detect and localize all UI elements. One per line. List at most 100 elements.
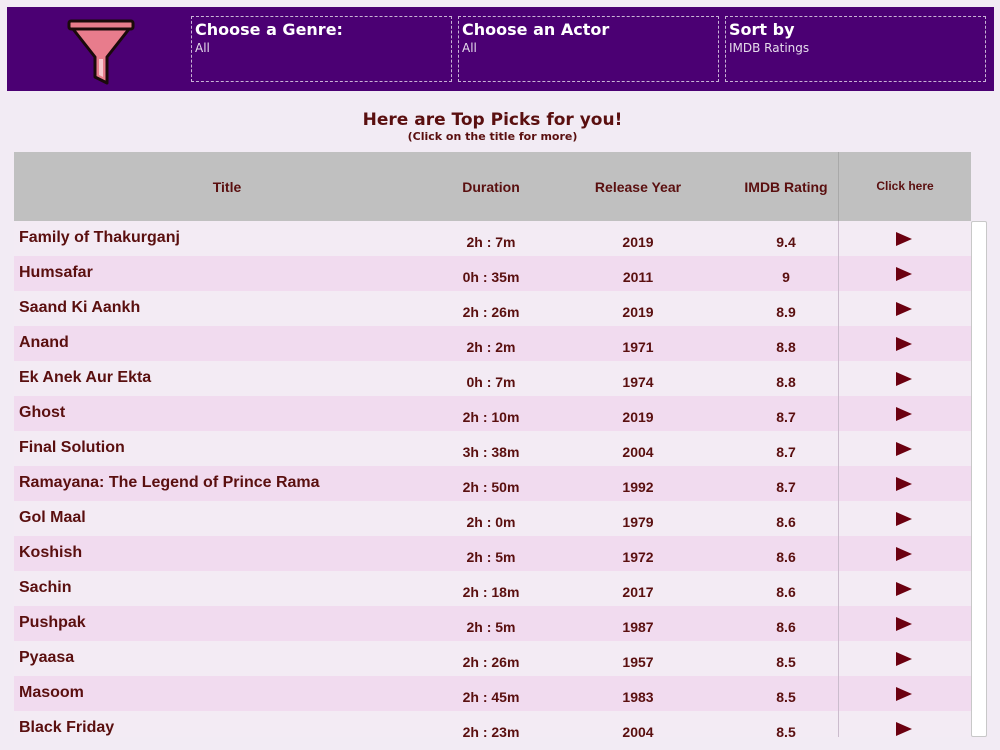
row-action-cell[interactable]: [838, 711, 971, 737]
play-icon[interactable]: [896, 617, 912, 631]
table-row: Ghost 2h : 10m 2019 8.7: [14, 396, 971, 431]
duration-cell: 2h : 18m: [462, 584, 520, 600]
duration-cell: 2h : 45m: [462, 689, 520, 705]
movie-title-link[interactable]: Humsafar: [14, 256, 440, 291]
table-row: Ek Anek Aur Ekta 0h : 7m 1974 8.8: [14, 361, 971, 396]
duration-cell: 0h : 7m: [466, 374, 516, 390]
movie-title-link[interactable]: Ramayana: The Legend of Prince Rama: [14, 466, 440, 501]
actor-filter[interactable]: Choose an Actor All: [458, 16, 719, 82]
play-icon[interactable]: [896, 302, 912, 316]
imdb-rating-cell: 9: [782, 269, 790, 285]
movie-title-link[interactable]: Ghost: [14, 396, 440, 431]
release-year-cell: 1987: [622, 619, 654, 635]
row-action-cell[interactable]: [838, 396, 971, 431]
play-icon[interactable]: [896, 547, 912, 561]
genre-filter-label: Choose a Genre:: [195, 20, 343, 39]
movie-title-link[interactable]: Koshish: [14, 536, 440, 571]
play-icon[interactable]: [896, 267, 912, 281]
movie-title-link[interactable]: Saand Ki Aankh: [14, 291, 440, 326]
genre-filter[interactable]: Choose a Genre: All: [191, 16, 452, 82]
header-duration[interactable]: Duration: [440, 179, 542, 195]
play-icon[interactable]: [896, 722, 912, 736]
table-row: Sachin 2h : 18m 2017 8.6: [14, 571, 971, 606]
movie-title-link[interactable]: Masoom: [14, 676, 440, 711]
row-action-cell[interactable]: [838, 606, 971, 641]
row-action-cell[interactable]: [838, 641, 971, 676]
play-icon[interactable]: [896, 687, 912, 701]
play-icon[interactable]: [896, 477, 912, 491]
movie-title-link[interactable]: Pyaasa: [14, 641, 440, 676]
row-action-cell[interactable]: [838, 291, 971, 326]
release-year-cell: 1971: [622, 339, 654, 355]
movie-title-link[interactable]: Family of Thakurganj: [14, 221, 440, 256]
play-icon[interactable]: [896, 337, 912, 351]
sort-filter-label: Sort by: [729, 20, 795, 39]
genre-filter-value[interactable]: All: [195, 40, 448, 56]
row-action-cell[interactable]: [838, 326, 971, 361]
release-year-cell: 2019: [622, 234, 654, 250]
header-click-here: Click here: [838, 152, 971, 221]
movie-title-link[interactable]: Ek Anek Aur Ekta: [14, 361, 440, 396]
play-icon[interactable]: [896, 512, 912, 526]
row-action-cell[interactable]: [838, 221, 971, 256]
table-row: Family of Thakurganj 2h : 7m 2019 9.4: [14, 221, 971, 256]
row-action-cell[interactable]: [838, 501, 971, 536]
header-release-year[interactable]: Release Year: [542, 179, 734, 195]
movie-title-link[interactable]: Pushpak: [14, 606, 440, 641]
play-icon[interactable]: [896, 372, 912, 386]
table-row: Pyaasa 2h : 26m 1957 8.5: [14, 641, 971, 676]
row-action-cell[interactable]: [838, 256, 971, 291]
play-icon[interactable]: [896, 442, 912, 456]
release-year-cell: 2019: [622, 304, 654, 320]
duration-cell: 2h : 5m: [466, 619, 516, 635]
actor-filter-label: Choose an Actor: [462, 20, 610, 39]
duration-cell: 2h : 5m: [466, 549, 516, 565]
play-icon[interactable]: [896, 582, 912, 596]
movie-title-link[interactable]: Sachin: [14, 571, 440, 606]
picks-heading: Here are Top Picks for you! (Click on th…: [0, 110, 985, 143]
table-header: Title Duration Release Year IMDB Rating …: [14, 152, 971, 221]
imdb-rating-cell: 8.7: [776, 479, 796, 495]
duration-cell: 2h : 26m: [462, 304, 520, 320]
imdb-rating-cell: 8.5: [776, 689, 796, 705]
header-title[interactable]: Title: [14, 179, 440, 195]
play-icon[interactable]: [896, 407, 912, 421]
release-year-cell: 2011: [622, 269, 654, 285]
release-year-cell: 1974: [622, 374, 654, 390]
imdb-rating-cell: 8.7: [776, 409, 796, 425]
imdb-rating-cell: 8.7: [776, 444, 796, 460]
movie-title-link[interactable]: Gol Maal: [14, 501, 440, 536]
duration-cell: 2h : 2m: [466, 339, 516, 355]
table-row: Gol Maal 2h : 0m 1979 8.6: [14, 501, 971, 536]
duration-cell: 2h : 23m: [462, 724, 520, 737]
table-scrollbar[interactable]: [971, 221, 987, 737]
table-row: Final Solution 3h : 38m 2004 8.7: [14, 431, 971, 466]
row-action-cell[interactable]: [838, 466, 971, 501]
movie-title-link[interactable]: Black Friday: [14, 711, 440, 737]
table-row: Humsafar 0h : 35m 2011 9: [14, 256, 971, 291]
play-icon[interactable]: [896, 232, 912, 246]
table-row: Saand Ki Aankh 2h : 26m 2019 8.9: [14, 291, 971, 326]
row-action-cell[interactable]: [838, 361, 971, 396]
row-action-cell[interactable]: [838, 676, 971, 711]
table-body: Family of Thakurganj 2h : 7m 2019 9.4 Humsaf…: [14, 221, 971, 737]
table-row: Pushpak 2h : 5m 1987 8.6: [14, 606, 971, 641]
sort-filter[interactable]: Sort by IMDB Ratings: [725, 16, 986, 82]
table-row: Anand 2h : 2m 1971 8.8: [14, 326, 971, 361]
movie-title-link[interactable]: Anand: [14, 326, 440, 361]
actor-filter-value[interactable]: All: [462, 40, 715, 56]
movies-table: Title Duration Release Year IMDB Rating …: [14, 152, 971, 737]
release-year-cell: 1972: [622, 549, 654, 565]
play-icon[interactable]: [896, 652, 912, 666]
sort-filter-value[interactable]: IMDB Ratings: [729, 40, 982, 56]
row-action-cell[interactable]: [838, 431, 971, 466]
row-action-cell[interactable]: [838, 536, 971, 571]
movie-title-link[interactable]: Final Solution: [14, 431, 440, 466]
header-imdb-rating[interactable]: IMDB Rating: [734, 179, 838, 195]
table-row: Masoom 2h : 45m 1983 8.5: [14, 676, 971, 711]
imdb-rating-cell: 8.6: [776, 514, 796, 530]
row-action-cell[interactable]: [838, 571, 971, 606]
imdb-rating-cell: 8.9: [776, 304, 796, 320]
release-year-cell: 2004: [622, 444, 654, 460]
release-year-cell: 2017: [622, 584, 654, 600]
